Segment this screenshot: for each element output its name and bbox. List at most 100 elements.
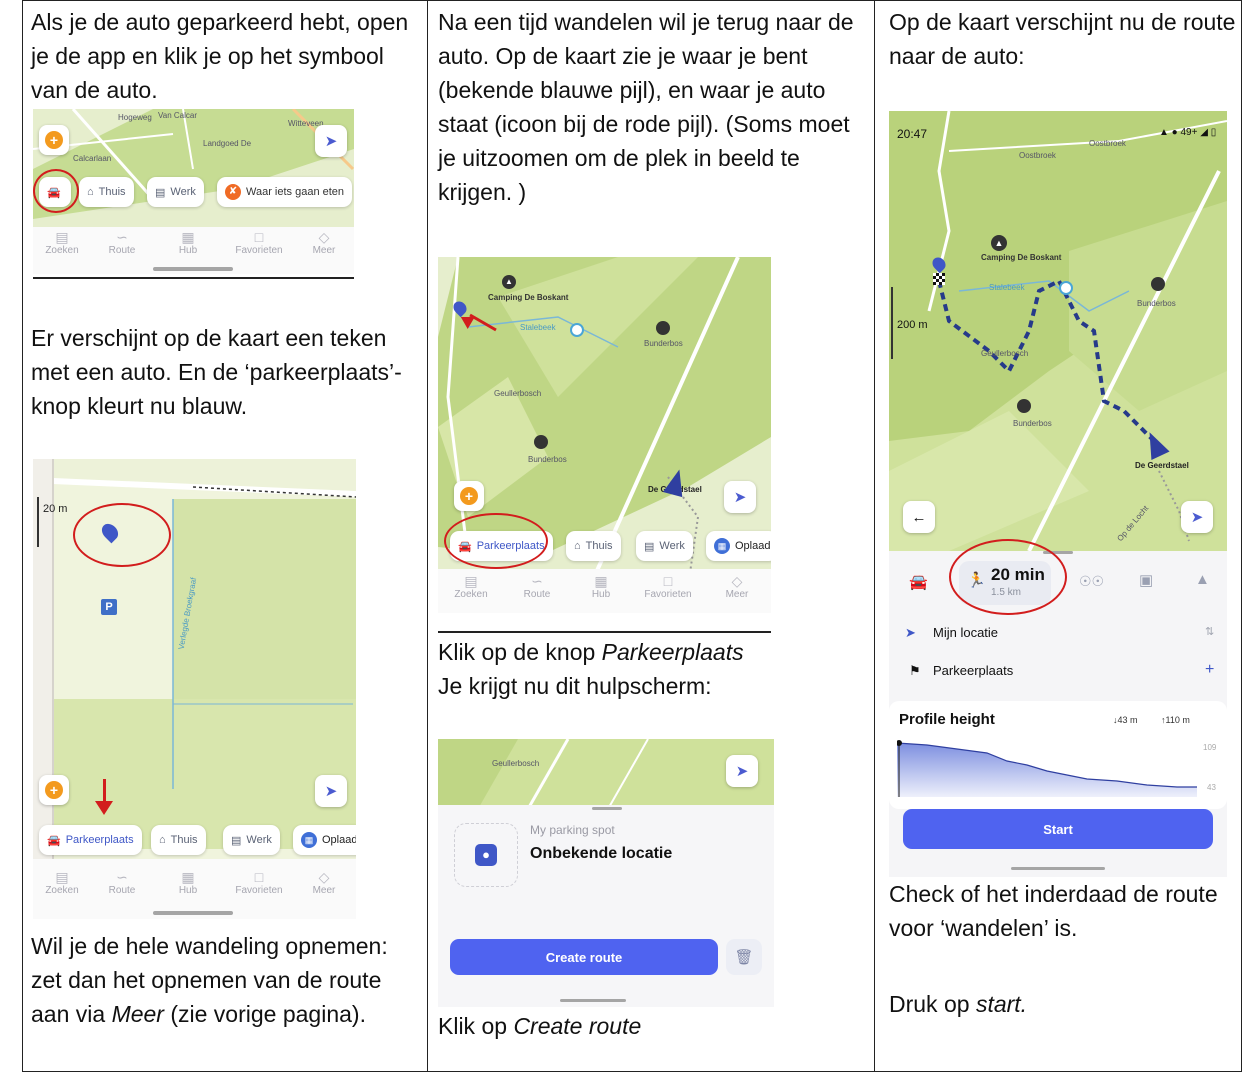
chip-parkeerplaats[interactable]: 🚘 Parkeerplaats xyxy=(39,825,142,855)
tree-icon xyxy=(1151,277,1165,291)
nav-meer[interactable]: ◇ Meer xyxy=(299,869,349,896)
document-page: Als je de auto geparkeerd hebt, open je … xyxy=(0,0,1251,1072)
nav-label: Zoeken xyxy=(45,885,79,896)
map-label: Bunderbos xyxy=(644,339,683,348)
chip-label: Waar iets gaan eten xyxy=(246,186,345,198)
chip-thuis[interactable]: ⌂ Thuis xyxy=(566,531,621,561)
briefcase-icon: ▤ xyxy=(644,540,655,553)
route-to[interactable]: Parkeerplaats xyxy=(933,663,1013,678)
nav-favorieten[interactable]: □ Favorieten xyxy=(638,573,698,600)
add-place-button[interactable]: + xyxy=(39,775,69,805)
map-label: Geullerbosch xyxy=(492,759,540,768)
bookmark-icon: □ xyxy=(254,229,264,245)
map-label: Oostbroek xyxy=(1019,151,1056,160)
app-screenshot-parking-sheet: Geullerbosch ➤ ● My parking spot Onbeken… xyxy=(438,739,774,1007)
mountain-icon[interactable]: ▲ xyxy=(1195,571,1210,588)
sheet-handle[interactable] xyxy=(592,807,622,810)
nav-zoeken[interactable]: ▤ Zoeken xyxy=(446,573,496,600)
nav-zoeken[interactable]: ▤ Zoeken xyxy=(37,869,87,896)
map-search-icon: ▤ xyxy=(55,869,69,885)
add-stop-icon[interactable]: + xyxy=(1205,661,1214,679)
navigate-icon[interactable]: ➤ xyxy=(726,755,758,787)
home-indicator xyxy=(560,999,626,1002)
nav-route[interactable]: ∽ Route xyxy=(512,573,562,600)
nav-label: Zoeken xyxy=(45,245,79,256)
chip-label: Werk xyxy=(659,540,685,552)
navigate-icon[interactable]: ➤ xyxy=(315,775,347,807)
flag-icon: ⚑ xyxy=(909,663,921,678)
chip-oplaad[interactable]: ▦ Oplaad xyxy=(706,531,771,561)
add-photo-placeholder[interactable]: ● xyxy=(454,823,518,887)
chip-oplaad[interactable]: ▦ Oplaad xyxy=(293,825,356,855)
navigate-icon[interactable]: ➤ xyxy=(724,481,756,513)
nav-favorieten[interactable]: □ Favorieten xyxy=(229,229,289,256)
grid-icon: ▦ xyxy=(181,229,195,245)
instruction-column-2: Na een tijd wandelen wil je terug naar d… xyxy=(427,0,875,1072)
finish-flag-icon xyxy=(933,273,945,285)
map-label: Hogeweg xyxy=(118,113,152,122)
nav-label: Hub xyxy=(591,589,611,600)
charging-icon: ▦ xyxy=(714,538,730,554)
route-icon: ∽ xyxy=(116,229,128,245)
descent-value: ↓43 m xyxy=(1113,715,1138,725)
start-button[interactable]: Start xyxy=(903,809,1213,849)
nav-label: Meer xyxy=(312,885,336,896)
map-label: Van Calcar xyxy=(158,111,197,120)
chip-thuis[interactable]: ⌂ Thuis xyxy=(151,825,206,855)
nav-meer[interactable]: ◇ Meer xyxy=(712,573,762,600)
add-place-button[interactable]: + xyxy=(39,125,69,155)
nav-hub[interactable]: ▦ Hub xyxy=(163,229,213,256)
charging-icon: ▦ xyxy=(301,832,317,848)
text-part: (zie vorige pagina). xyxy=(163,1001,366,1027)
map-label: Camping De Boskant xyxy=(488,293,569,302)
nav-route[interactable]: ∽ Route xyxy=(97,869,147,896)
instruction-create-route: Klik op Create route xyxy=(438,1009,868,1043)
add-place-button[interactable]: + xyxy=(454,481,484,511)
chip-label: Werk xyxy=(170,186,196,198)
nav-label: Hub xyxy=(178,885,198,896)
nav-zoeken[interactable]: ▤ Zoeken xyxy=(37,229,87,256)
nav-hub[interactable]: ▦ Hub xyxy=(163,869,213,896)
elevation-max: 109 xyxy=(1203,743,1217,752)
route-from[interactable]: Mijn locatie xyxy=(933,625,998,640)
more-icon: ◇ xyxy=(318,229,330,245)
paragraph-record: Wil je de hele wandeling opnemen: zet da… xyxy=(31,929,423,1031)
map-label: Geullerbosch xyxy=(981,349,1029,358)
paragraph-marker: Er verschijnt op de kaart een teken met … xyxy=(31,325,402,419)
chip-thuis[interactable]: ⌂ Thuis xyxy=(79,177,134,207)
back-arrow-icon[interactable]: ← xyxy=(903,501,935,533)
swap-icon[interactable]: ⇅ xyxy=(1205,625,1214,638)
map-label: Camping De Boskant xyxy=(981,253,1062,262)
home-icon: ⌂ xyxy=(574,540,581,552)
chip-label: Thuis xyxy=(170,834,198,846)
chip-label: Thuis xyxy=(585,540,613,552)
chip-food[interactable]: ✘ Waar iets gaan eten xyxy=(217,177,353,207)
nav-favorieten[interactable]: □ Favorieten xyxy=(229,869,289,896)
car-icon[interactable]: 🚘 xyxy=(909,573,928,591)
map-label: Stalebeek xyxy=(989,283,1025,292)
transit-icon[interactable]: ▣ xyxy=(1139,571,1153,589)
nav-route[interactable]: ∽ Route xyxy=(97,229,147,256)
nav-hub[interactable]: ▦ Hub xyxy=(576,573,626,600)
chip-werk[interactable]: ▤ Werk xyxy=(147,177,204,207)
map-label: Geullerbosch xyxy=(494,389,542,398)
more-icon: ◇ xyxy=(318,869,330,885)
nav-meer[interactable]: ◇ Meer xyxy=(299,229,349,256)
navigate-icon[interactable]: ➤ xyxy=(315,125,347,157)
home-indicator xyxy=(153,267,233,271)
instruction-column-1: Als je de auto geparkeerd hebt, open je … xyxy=(22,0,428,1072)
text-emphasis: Meer xyxy=(111,1001,164,1027)
grid-icon: ▦ xyxy=(181,869,195,885)
bike-icon[interactable]: ☉☉ xyxy=(1079,573,1104,590)
chip-werk[interactable]: ▤ Werk xyxy=(636,531,693,561)
create-route-button[interactable]: Create route xyxy=(450,939,718,975)
tree-icon xyxy=(534,435,548,449)
home-indicator xyxy=(1011,867,1105,870)
trash-icon[interactable]: 🗑 xyxy=(726,939,762,975)
map-label: Stalebeek xyxy=(520,323,556,332)
nav-label: Route xyxy=(108,885,136,896)
map-search-icon: ▤ xyxy=(55,229,69,245)
chip-werk[interactable]: ▤ Werk xyxy=(223,825,280,855)
navigate-icon[interactable]: ➤ xyxy=(1181,501,1213,533)
chip-label: Werk xyxy=(246,834,272,846)
